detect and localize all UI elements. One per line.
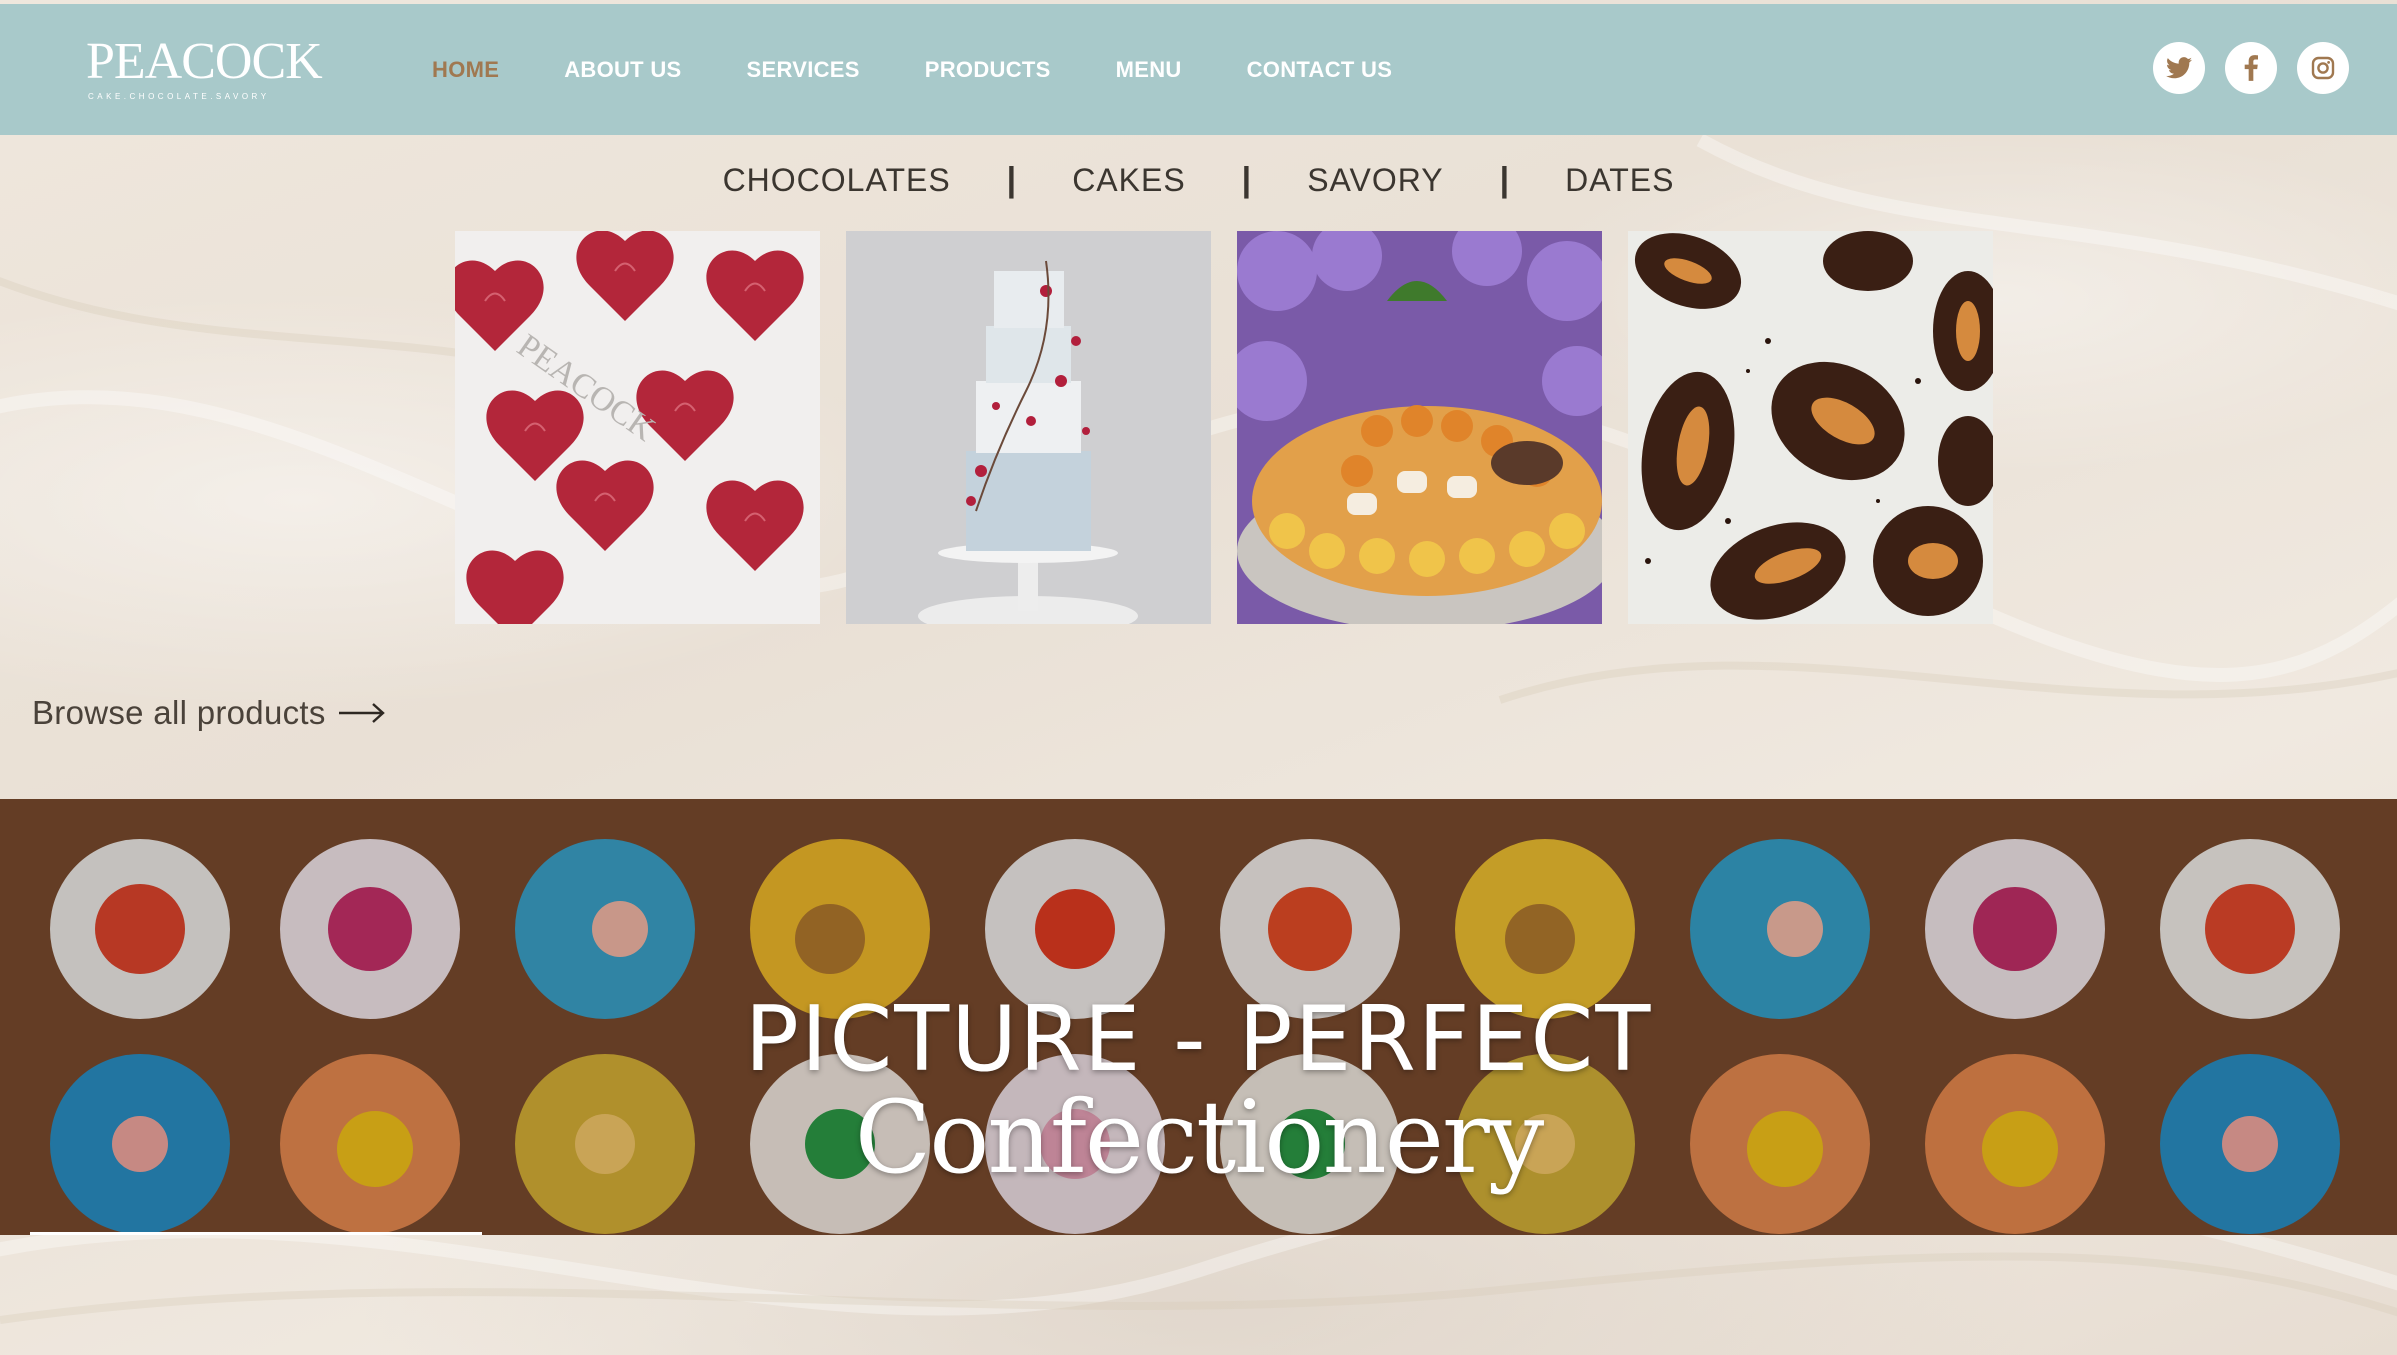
logo[interactable]: PEACOCK CAKE.CHOCOLATE.SAVORY: [86, 33, 323, 106]
dates-image[interactable]: [1628, 231, 1993, 624]
chocolates-image[interactable]: PEACOCK: [455, 231, 820, 624]
nav-home[interactable]: HOME: [432, 57, 499, 83]
site-header: PEACOCK CAKE.CHOCOLATE.SAVORY HOME ABOUT…: [0, 4, 2397, 135]
logo-tagline: CAKE.CHOCOLATE.SAVORY: [88, 92, 270, 101]
category-savory[interactable]: SAVORY: [1307, 162, 1443, 199]
category-separator: |: [1499, 160, 1510, 199]
nav-about-us[interactable]: ABOUT US: [564, 57, 681, 83]
banner-title: PICTURE - PERFECT: [744, 987, 1653, 1092]
arrow-right-icon: [338, 703, 385, 723]
main-nav: HOME ABOUT US SERVICES PRODUCTS MENU CON…: [432, 4, 1457, 135]
category-chocolates[interactable]: CHOCOLATES: [723, 162, 951, 199]
browse-all-products-link[interactable]: Browse all products: [32, 690, 386, 736]
category-bar: CHOCOLATES | CAKES | SAVORY | DATES: [0, 150, 2397, 210]
nav-menu[interactable]: MENU: [1116, 57, 1182, 83]
category-separator: |: [1006, 160, 1017, 199]
twitter-icon: [2166, 57, 2192, 79]
facebook-button[interactable]: [2225, 42, 2277, 94]
browse-label: Browse all products: [32, 694, 326, 731]
twitter-button[interactable]: [2153, 42, 2205, 94]
logo-wordmark: PEACOCK: [86, 33, 323, 90]
social-links: [2153, 42, 2349, 94]
nav-products[interactable]: PRODUCTS: [925, 57, 1051, 83]
banner-underline: [30, 1232, 482, 1235]
instagram-button[interactable]: [2297, 42, 2349, 94]
savory-image[interactable]: [1237, 231, 1602, 624]
category-cakes[interactable]: CAKES: [1072, 162, 1185, 199]
banner-subtitle: Confectionery: [854, 1079, 1545, 1196]
instagram-icon: [2311, 56, 2335, 80]
category-dates[interactable]: DATES: [1565, 162, 1674, 199]
nav-services[interactable]: SERVICES: [747, 57, 860, 83]
nav-contact-us[interactable]: CONTACT US: [1247, 57, 1393, 83]
category-separator: |: [1241, 160, 1252, 199]
facebook-icon: [2244, 55, 2258, 81]
cakes-image[interactable]: [846, 231, 1211, 624]
